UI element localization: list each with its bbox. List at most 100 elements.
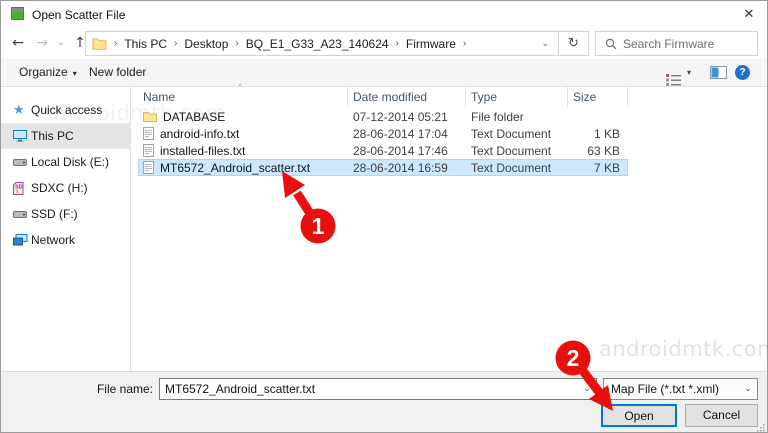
breadcrumb-firmware[interactable]: Firmware	[406, 37, 456, 51]
help-icon[interactable]: ?	[735, 65, 750, 80]
search-icon	[605, 38, 617, 49]
address-row: ← → ⌄ ↑ › This PC › Desktop › BQ_E1_G33_…	[1, 27, 767, 59]
file-name-label: File name:	[96, 382, 153, 396]
star-icon: ★	[13, 102, 25, 117]
file-date: 28-06-2014 17:04	[353, 126, 448, 141]
file-type-select[interactable]: Map File (*.txt *.xml) ⌄	[603, 378, 758, 400]
svg-text:X: X	[15, 189, 19, 195]
sidebar-item-label: Network	[31, 233, 76, 247]
column-header-date-modified[interactable]: Date modified	[348, 87, 466, 107]
file-type: Text Document	[471, 143, 552, 158]
search-box[interactable]	[595, 31, 758, 56]
caret-down-icon: ▾	[72, 69, 77, 78]
sidebar-item-local-disk-e[interactable]: Local Disk (E:)	[1, 149, 130, 175]
sidebar-item-label: Quick access	[31, 103, 103, 117]
close-icon[interactable]: ✕	[737, 4, 761, 24]
search-input[interactable]	[623, 36, 738, 51]
file-size: 63 KB	[587, 143, 620, 158]
sidebar-item-this-pc[interactable]: This PC	[1, 123, 130, 149]
breadcrumb-separator: ›	[114, 38, 118, 49]
resize-grip[interactable]	[756, 423, 765, 432]
app-icon	[11, 7, 24, 20]
sidebar-item-label: SDXC (H:)	[31, 181, 88, 195]
column-label: Type	[471, 90, 498, 104]
text-file-icon	[143, 127, 154, 140]
new-folder-button[interactable]: New folder	[89, 59, 146, 86]
recent-locations-icon[interactable]: ⌄	[54, 31, 68, 55]
table-row-scatter-file-selected[interactable]: MT6572_Android_scatter.txt 28-06-2014 16…	[138, 159, 628, 176]
file-name-combo: ⌄	[159, 378, 597, 400]
column-headers: Name ˄ Date modified Type Size	[138, 84, 628, 107]
views-caret-icon[interactable]: ▾	[687, 59, 691, 86]
breadcrumb-separator[interactable]: ›	[228, 38, 245, 49]
file-name: android-info.txt	[160, 126, 240, 141]
file-type: Text Document	[471, 126, 552, 141]
command-toolbar: Organize ▾ New folder ▾ ?	[1, 59, 767, 87]
sidebar-item-ssd-f[interactable]: SSD (F:)	[1, 201, 130, 227]
file-type: Text Document	[471, 160, 552, 175]
sd-card-icon: SD X	[13, 181, 31, 195]
file-type-dropdown-icon: ⌄	[744, 384, 752, 394]
window-title: Open Scatter File	[32, 8, 126, 22]
back-icon[interactable]: ←	[7, 31, 29, 55]
open-button[interactable]: Open	[601, 404, 677, 427]
sort-ascending-icon: ˄	[238, 84, 243, 94]
file-rows: DATABASE 07-12-2014 05:21 File folder an…	[138, 108, 628, 176]
table-row-android-info[interactable]: android-info.txt 28-06-2014 17:04 Text D…	[138, 125, 628, 142]
forward-icon[interactable]: →	[31, 31, 53, 55]
breadcrumb-firmware-folder[interactable]: BQ_E1_G33_A23_140624	[246, 37, 389, 51]
text-file-icon	[143, 161, 154, 174]
main-area: androidmtk.com androidmtk.com ★ Quick ac…	[1, 84, 767, 371]
breadcrumb-separator[interactable]: ›	[456, 38, 473, 49]
cancel-button[interactable]: Cancel	[685, 404, 758, 427]
file-type-value: Map File (*.txt *.xml)	[611, 382, 720, 396]
sidebar-item-quick-access[interactable]: ★ Quick access	[1, 97, 130, 123]
column-header-size[interactable]: Size	[568, 87, 628, 107]
table-row-database[interactable]: DATABASE 07-12-2014 05:21 File folder	[138, 108, 628, 125]
table-row-installed-files[interactable]: installed-files.txt 28-06-2014 17:46 Tex…	[138, 142, 628, 159]
file-date: 28-06-2014 16:59	[353, 160, 448, 175]
file-size: 1 KB	[593, 126, 620, 141]
navigation-sidebar: ★ Quick access This PC Local Disk (E:) S…	[1, 87, 131, 371]
organize-button[interactable]: Organize ▾	[19, 59, 77, 86]
text-file-icon	[143, 144, 154, 157]
sidebar-item-label: SSD (F:)	[31, 207, 78, 221]
title-bar: Open Scatter File ✕	[1, 1, 767, 27]
new-folder-label: New folder	[89, 65, 147, 79]
file-name: DATABASE	[163, 109, 226, 124]
monitor-icon	[13, 130, 31, 142]
file-type: File folder	[471, 109, 524, 124]
sidebar-item-network[interactable]: Network	[1, 227, 130, 253]
file-name: installed-files.txt	[160, 143, 246, 158]
column-header-type[interactable]: Type	[466, 87, 568, 107]
file-name-dropdown-icon[interactable]: ⌄	[578, 384, 596, 394]
column-label: Date modified	[353, 90, 428, 104]
sidebar-item-label: This PC	[31, 129, 74, 143]
file-name: MT6572_Android_scatter.txt	[160, 160, 311, 175]
drive-icon	[13, 210, 31, 218]
breadcrumb-this-pc[interactable]: This PC	[124, 37, 167, 51]
breadcrumb-separator[interactable]: ›	[389, 38, 406, 49]
file-date: 07-12-2014 05:21	[353, 109, 448, 124]
column-header-name[interactable]: Name ˄	[138, 84, 348, 107]
drive-icon	[13, 158, 31, 166]
file-size: 7 KB	[593, 160, 620, 175]
folder-icon	[92, 38, 107, 50]
refresh-icon[interactable]: ↻	[558, 32, 588, 55]
column-label: Size	[573, 90, 597, 104]
sidebar-item-label: Local Disk (E:)	[31, 155, 110, 169]
file-name-input[interactable]	[160, 382, 578, 396]
column-label: Name	[143, 90, 176, 104]
file-list: Name ˄ Date modified Type Size DATABASE …	[132, 84, 767, 371]
sidebar-item-sdxc-h[interactable]: SD X SDXC (H:)	[1, 175, 130, 201]
breadcrumb-desktop[interactable]: Desktop	[184, 37, 228, 51]
open-scatter-file-dialog: Open Scatter File ✕ ← → ⌄ ↑ › This PC › …	[0, 0, 768, 433]
address-dropdown-icon[interactable]: ⌄	[532, 39, 558, 49]
file-date: 28-06-2014 17:46	[353, 143, 448, 158]
network-icon	[13, 234, 31, 246]
address-bar[interactable]: › This PC › Desktop › BQ_E1_G33_A23_1406…	[85, 31, 589, 56]
organize-label: Organize	[19, 65, 68, 79]
preview-pane-icon[interactable]	[710, 66, 727, 79]
folder-icon	[143, 111, 157, 123]
breadcrumb-separator[interactable]: ›	[167, 38, 184, 49]
